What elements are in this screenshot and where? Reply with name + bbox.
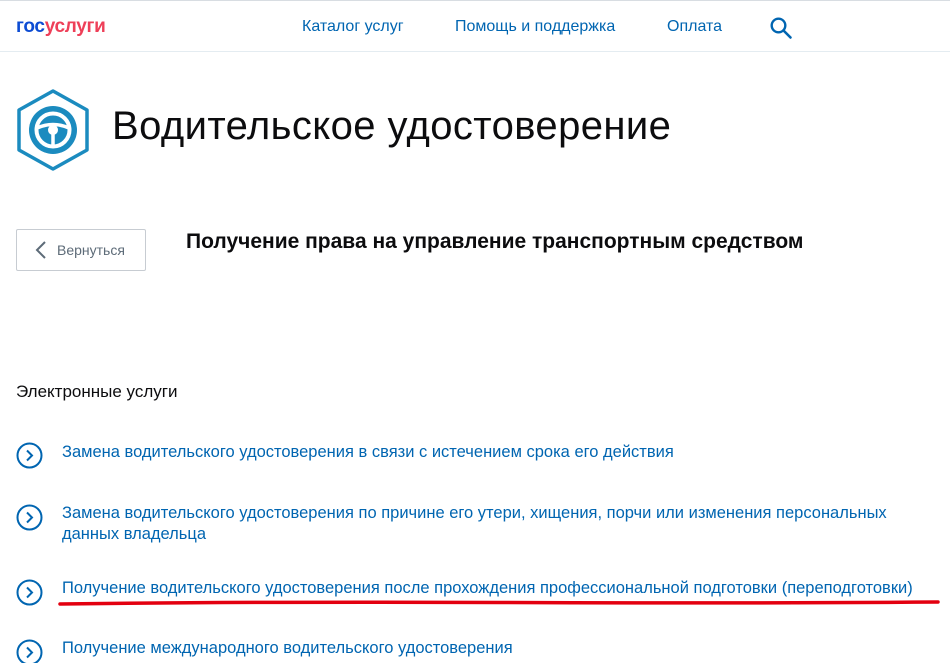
top-bar: госуслуги Каталог услуг Помощь и поддерж… (0, 0, 950, 52)
back-button[interactable]: Вернуться (16, 229, 146, 271)
chevron-circle-icon (16, 504, 43, 531)
logo-part-gos: гос (16, 16, 45, 37)
service-link-label[interactable]: Получение водительского удостоверения по… (62, 578, 932, 599)
chevron-circle-icon (16, 442, 43, 469)
chevron-circle-icon (16, 639, 43, 663)
nav-catalog[interactable]: Каталог услуг (302, 18, 404, 36)
chevron-circle-icon (16, 579, 43, 606)
search-icon[interactable] (769, 16, 793, 40)
gosuslugi-logo[interactable]: госуслуги (16, 16, 106, 38)
back-button-label: Вернуться (57, 242, 125, 258)
service-subtitle: Получение права на управление транспортн… (186, 230, 804, 253)
nav-help[interactable]: Помощь и поддержка (455, 18, 615, 36)
service-link-label[interactable]: Замена водительского удостоверения в свя… (62, 442, 932, 463)
service-link-label[interactable]: Получение международного водительского у… (62, 638, 932, 659)
service-link-label[interactable]: Замена водительского удостоверения по пр… (62, 503, 932, 545)
nav-payment[interactable]: Оплата (667, 18, 722, 36)
logo-part-uslugi: услуги (44, 16, 106, 37)
electronic-services-heading: Электронные услуги (16, 382, 178, 401)
page-title: Водительское удостоверение (112, 104, 672, 148)
chevron-left-icon (35, 241, 46, 259)
red-highlight-underline (58, 600, 940, 606)
steering-wheel-icon (17, 89, 89, 171)
